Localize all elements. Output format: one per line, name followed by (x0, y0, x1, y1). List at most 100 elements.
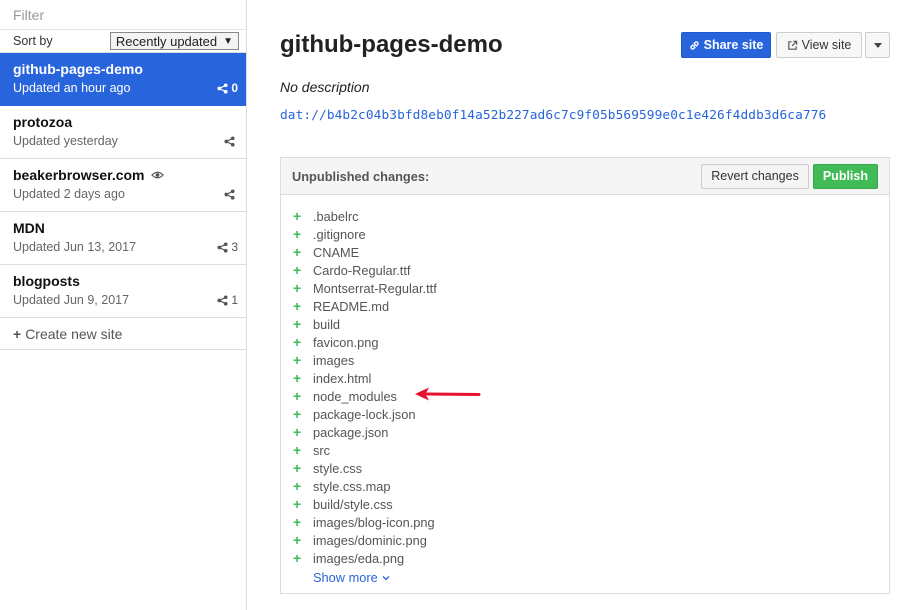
file-name: favicon.png (313, 334, 379, 350)
file-row[interactable]: + README.md (281, 297, 889, 315)
site-name-row: beakerbrowser.com (13, 167, 238, 183)
file-row[interactable]: + style.css (281, 459, 889, 477)
peer-count-value: 1 (231, 293, 238, 307)
file-name: node_modules (313, 388, 397, 404)
file-name: src (313, 442, 331, 458)
file-name: style.css (313, 460, 363, 476)
file-row[interactable]: + images/blog-icon.png (281, 513, 889, 531)
file-row[interactable]: + images/eda.png (281, 549, 889, 567)
file-row[interactable]: + src (281, 441, 889, 459)
file-row[interactable]: + build/style.css (281, 495, 889, 513)
file-name: .gitignore (313, 226, 366, 242)
file-row[interactable]: + .babelrc (281, 207, 889, 225)
site-item-mdn[interactable]: MDN Updated Jun 13, 2017 3 (0, 212, 246, 265)
added-plus-icon: + (293, 424, 302, 440)
site-updated: Updated 2 days ago (13, 187, 125, 201)
file-row[interactable]: + Montserrat-Regular.ttf (281, 279, 889, 297)
file-row[interactable]: + images (281, 351, 889, 369)
added-plus-icon: + (293, 262, 302, 278)
file-name: index.html (313, 370, 372, 386)
plus-icon: + (13, 326, 22, 342)
added-plus-icon: + (293, 406, 302, 422)
share-icon (224, 188, 235, 200)
site-updated: Updated yesterday (13, 134, 118, 148)
file-name: Montserrat-Regular.ttf (313, 280, 437, 296)
file-name: package-lock.json (313, 406, 416, 422)
caret-down-icon (873, 42, 882, 48)
added-plus-icon: + (293, 496, 302, 512)
file-row[interactable]: + index.html (281, 369, 889, 387)
share-site-button[interactable]: Share site (681, 32, 771, 58)
panel-title: Unpublished changes: (292, 168, 430, 184)
panel-header: Unpublished changes: Revert changes Publ… (281, 158, 889, 195)
file-row[interactable]: + style.css.map (281, 477, 889, 495)
view-site-label: View site (801, 38, 852, 52)
site-name: blogposts (13, 273, 80, 289)
revert-changes-button[interactable]: Revert changes (701, 163, 809, 189)
site-item-github-pages-demo[interactable]: github-pages-demo Updated an hour ago 0 (0, 53, 246, 106)
site-name: protozoa (13, 114, 73, 130)
create-new-site-button[interactable]: + Create new site (0, 318, 246, 350)
dat-url-link[interactable]: dat://b4b2c04b3bfd8eb0f14a52b227ad6c7c9f… (280, 108, 826, 123)
unpublished-changes-panel: Unpublished changes: Revert changes Publ… (280, 157, 890, 594)
peer-count: 3 (217, 240, 238, 254)
added-plus-icon: + (293, 298, 302, 314)
view-site-button[interactable]: View site (776, 32, 862, 58)
added-plus-icon: + (293, 334, 302, 350)
site-updated: Updated Jun 9, 2017 (13, 293, 130, 307)
added-plus-icon: + (293, 442, 302, 458)
sidebar: Filter Sort by Recently updated ▼ github… (0, 0, 247, 610)
site-updated: Updated Jun 13, 2017 (13, 240, 137, 254)
file-row[interactable]: + CNAME (281, 243, 889, 261)
file-name: images/blog-icon.png (313, 514, 435, 530)
added-plus-icon: + (293, 514, 302, 530)
sort-row: Sort by Recently updated ▼ (0, 30, 246, 53)
show-more-button[interactable]: Show more (313, 570, 390, 585)
peer-count (224, 135, 238, 147)
show-more-label: Show more (313, 570, 378, 585)
sort-select[interactable]: Recently updated ▼ (109, 32, 239, 50)
share-site-label: Share site (703, 38, 764, 52)
file-name: Cardo-Regular.ttf (313, 262, 411, 278)
file-name: README.md (313, 298, 390, 314)
publish-button[interactable]: Publish (812, 163, 878, 189)
file-row[interactable]: + Cardo-Regular.ttf (281, 261, 889, 279)
file-row[interactable]: + images/dominic.png (281, 531, 889, 549)
site-description: No description (280, 79, 370, 95)
site-item-blogposts[interactable]: blogposts Updated Jun 9, 2017 1 (0, 265, 246, 318)
added-plus-icon: + (293, 316, 302, 332)
file-name: build/style.css (313, 496, 393, 512)
site-item-beakerbrowser[interactable]: beakerbrowser.com Updated 2 days ago (0, 159, 246, 212)
eye-icon (150, 171, 164, 179)
filter-input[interactable]: Filter (0, 0, 246, 30)
file-list: + .babelrc + .gitignore + CNAME + Cardo-Regular… (281, 195, 889, 567)
added-plus-icon: + (293, 244, 302, 260)
peer-count: 1 (217, 293, 238, 307)
added-plus-icon: + (293, 388, 302, 404)
file-name: build (313, 316, 341, 332)
file-name: images/eda.png (313, 550, 405, 566)
file-row[interactable]: + .gitignore (281, 225, 889, 243)
file-row[interactable]: + node_modules (281, 387, 889, 405)
more-options-button[interactable] (865, 32, 890, 58)
file-row[interactable]: + build (281, 315, 889, 333)
annotation-arrow (415, 387, 481, 401)
link-icon (689, 40, 699, 50)
file-name: style.css.map (313, 478, 391, 494)
site-item-protozoa[interactable]: protozoa Updated yesterday (0, 106, 246, 159)
site-name: github-pages-demo (13, 61, 143, 77)
added-plus-icon: + (293, 550, 302, 566)
peer-count (224, 188, 238, 200)
file-row[interactable]: + package.json (281, 423, 889, 441)
added-plus-icon: + (293, 226, 302, 242)
sort-label: Sort by (13, 34, 53, 48)
file-name: images/dominic.png (313, 532, 427, 548)
site-name: MDN (13, 220, 45, 236)
file-name: images (313, 352, 355, 368)
added-plus-icon: + (293, 208, 302, 224)
file-row[interactable]: + package-lock.json (281, 405, 889, 423)
added-plus-icon: + (293, 280, 302, 296)
page-title: github-pages-demo (280, 31, 503, 58)
file-row[interactable]: + favicon.png (281, 333, 889, 351)
share-icon (217, 82, 228, 94)
